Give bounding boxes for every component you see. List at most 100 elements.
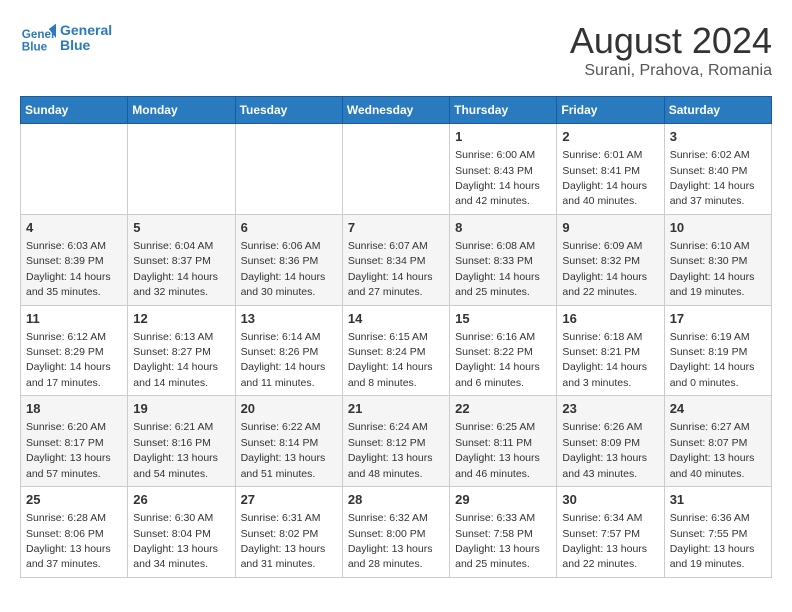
calendar-cell: 6 Sunrise: 6:06 AM Sunset: 8:36 PM Daylig… [235,214,342,305]
day-number: 17 [670,310,766,328]
day-info: Sunrise: 6:24 AM Sunset: 8:12 PM Dayligh… [348,421,433,479]
calendar-cell: 26Sunrise: 6:30 AM Sunset: 8:04 PM Dayli… [128,487,235,578]
calendar-cell: 14Sunrise: 6:15 AM Sunset: 8:24 PM Dayli… [342,305,449,396]
day-info: Sunrise: 6:18 AM Sunset: 8:21 PM Dayligh… [562,331,647,389]
day-info: Sunrise: 6:16 AM Sunset: 8:22 PM Dayligh… [455,331,540,389]
day-info: Sunrise: 6:33 AM Sunset: 7:58 PM Dayligh… [455,512,540,570]
calendar-cell: 24 Sunrise: 6:27 AM Sunset: 8:07 PM Dayli… [664,396,771,487]
day-info: Sunrise: 6:12 AM Sunset: 8:29 PM Dayligh… [26,331,111,389]
page-subtitle: Surani, Prahova, Romania [570,62,772,80]
calendar-cell: 2 Sunrise: 6:01 AM Sunset: 8:41 PM Daylig… [557,124,664,215]
day-number: 1 [455,128,551,146]
calendar-cell: 21 Sunrise: 6:24 AM Sunset: 8:12 PM Dayli… [342,396,449,487]
calendar-week-5: 25 Sunrise: 6:28 AM Sunset: 8:06 PM Dayli… [21,487,772,578]
day-number: 5 [133,219,229,237]
logo-text: General Blue [60,23,112,54]
weekday-header-saturday: Saturday [664,97,771,124]
calendar-table: SundayMondayTuesdayWednesdayThursdayFrid… [20,96,772,578]
calendar-week-2: 4 Sunrise: 6:03 AM Sunset: 8:39 PM Daylig… [21,214,772,305]
calendar-cell: 11 Sunrise: 6:12 AM Sunset: 8:29 PM Dayli… [21,305,128,396]
day-info: Sunrise: 6:27 AM Sunset: 8:07 PM Dayligh… [670,421,755,479]
calendar-cell: 18 Sunrise: 6:20 AM Sunset: 8:17 PM Dayli… [21,396,128,487]
weekday-header-tuesday: Tuesday [235,97,342,124]
day-info: Sunrise: 6:30 AM Sunset: 8:04 PM Dayligh… [133,512,218,570]
day-number: 23 [562,400,658,418]
day-number: 11 [26,310,122,328]
day-number: 22 [455,400,551,418]
day-number: 9 [562,219,658,237]
calendar-cell: 12 Sunrise: 6:13 AM Sunset: 8:27 PM Dayli… [128,305,235,396]
day-number: 27 [241,491,337,509]
day-number: 16 [562,310,658,328]
day-info: Sunrise: 6:13 AM Sunset: 8:27 PM Dayligh… [133,331,218,389]
weekday-header-sunday: Sunday [21,97,128,124]
day-number: 18 [26,400,122,418]
calendar-cell: 8Sunrise: 6:08 AM Sunset: 8:33 PM Daylig… [450,214,557,305]
day-number: 21 [348,400,444,418]
day-info: Sunrise: 6:21 AM Sunset: 8:16 PM Dayligh… [133,421,218,479]
page-title: August 2024 [570,20,772,62]
day-number: 31 [670,491,766,509]
day-number: 10 [670,219,766,237]
calendar-week-4: 18 Sunrise: 6:20 AM Sunset: 8:17 PM Dayli… [21,396,772,487]
day-info: Sunrise: 6:28 AM Sunset: 8:06 PM Dayligh… [26,512,111,570]
calendar-cell: 7Sunrise: 6:07 AM Sunset: 8:34 PM Daylig… [342,214,449,305]
calendar-cell: 9 Sunrise: 6:09 AM Sunset: 8:32 PM Daylig… [557,214,664,305]
day-info: Sunrise: 6:03 AM Sunset: 8:39 PM Dayligh… [26,240,111,298]
calendar-cell: 19 Sunrise: 6:21 AM Sunset: 8:16 PM Dayli… [128,396,235,487]
logo-line2: Blue [60,38,112,53]
calendar-cell: 15 Sunrise: 6:16 AM Sunset: 8:22 PM Dayli… [450,305,557,396]
day-number: 19 [133,400,229,418]
day-info: Sunrise: 6:10 AM Sunset: 8:30 PM Dayligh… [670,240,755,298]
calendar-cell: 4 Sunrise: 6:03 AM Sunset: 8:39 PM Daylig… [21,214,128,305]
day-info: Sunrise: 6:06 AM Sunset: 8:36 PM Dayligh… [241,240,326,298]
header: General Blue General Blue August 2024 Su… [20,20,772,80]
calendar-week-1: 1 Sunrise: 6:00 AM Sunset: 8:43 PM Daylig… [21,124,772,215]
calendar-cell: 17 Sunrise: 6:19 AM Sunset: 8:19 PM Dayli… [664,305,771,396]
day-number: 13 [241,310,337,328]
day-number: 30 [562,491,658,509]
weekday-header-wednesday: Wednesday [342,97,449,124]
weekday-header-monday: Monday [128,97,235,124]
day-info: Sunrise: 6:36 AM Sunset: 7:55 PM Dayligh… [670,512,755,570]
calendar-cell: 23Sunrise: 6:26 AM Sunset: 8:09 PM Dayli… [557,396,664,487]
day-number: 12 [133,310,229,328]
day-number: 24 [670,400,766,418]
day-number: 4 [26,219,122,237]
logo-line1: General [60,23,112,38]
calendar-cell: 3 Sunrise: 6:02 AM Sunset: 8:40 PM Daylig… [664,124,771,215]
day-info: Sunrise: 6:00 AM Sunset: 8:43 PM Dayligh… [455,149,540,207]
day-info: Sunrise: 6:19 AM Sunset: 8:19 PM Dayligh… [670,331,755,389]
day-info: Sunrise: 6:32 AM Sunset: 8:00 PM Dayligh… [348,512,433,570]
day-number: 15 [455,310,551,328]
calendar-cell: 13Sunrise: 6:14 AM Sunset: 8:26 PM Dayli… [235,305,342,396]
day-number: 25 [26,491,122,509]
day-number: 3 [670,128,766,146]
day-info: Sunrise: 6:22 AM Sunset: 8:14 PM Dayligh… [241,421,326,479]
day-number: 7 [348,219,444,237]
day-info: Sunrise: 6:01 AM Sunset: 8:41 PM Dayligh… [562,149,647,207]
calendar-cell [235,124,342,215]
calendar-cell: 16 Sunrise: 6:18 AM Sunset: 8:21 PM Dayli… [557,305,664,396]
calendar-cell: 28 Sunrise: 6:32 AM Sunset: 8:00 PM Dayli… [342,487,449,578]
day-info: Sunrise: 6:04 AM Sunset: 8:37 PM Dayligh… [133,240,218,298]
day-number: 28 [348,491,444,509]
day-info: Sunrise: 6:31 AM Sunset: 8:02 PM Dayligh… [241,512,326,570]
calendar-cell [21,124,128,215]
title-area: August 2024 Surani, Prahova, Romania [570,20,772,80]
day-info: Sunrise: 6:09 AM Sunset: 8:32 PM Dayligh… [562,240,647,298]
day-info: Sunrise: 6:02 AM Sunset: 8:40 PM Dayligh… [670,149,755,207]
calendar-cell [128,124,235,215]
day-number: 6 [241,219,337,237]
weekday-header-row: SundayMondayTuesdayWednesdayThursdayFrid… [21,97,772,124]
svg-text:Blue: Blue [22,41,48,54]
day-number: 20 [241,400,337,418]
day-info: Sunrise: 6:20 AM Sunset: 8:17 PM Dayligh… [26,421,111,479]
logo-icon: General Blue [20,20,56,56]
calendar-cell: 30Sunrise: 6:34 AM Sunset: 7:57 PM Dayli… [557,487,664,578]
calendar-cell: 31 Sunrise: 6:36 AM Sunset: 7:55 PM Dayli… [664,487,771,578]
day-number: 2 [562,128,658,146]
weekday-header-thursday: Thursday [450,97,557,124]
day-number: 8 [455,219,551,237]
calendar-cell [342,124,449,215]
